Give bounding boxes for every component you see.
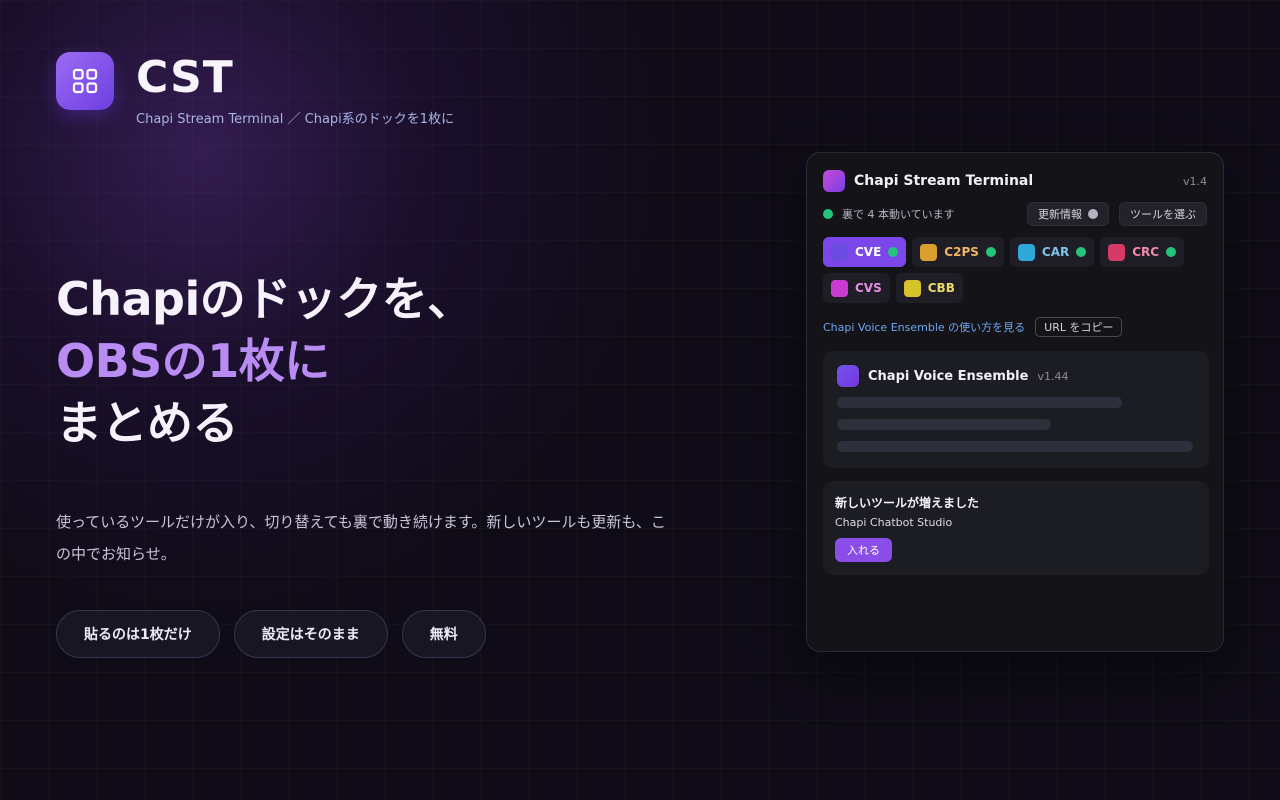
updates-indicator-dot (1088, 209, 1098, 219)
notice-title: 新しいツールが増えました (835, 496, 980, 510)
tool-tab-c2ps[interactable]: C2PS (912, 237, 1004, 267)
tool-color-icon (1017, 243, 1035, 261)
tool-tab-label: C2PS (944, 245, 979, 259)
running-status-dot (823, 209, 833, 219)
copy-url-button[interactable]: URL をコピー (1035, 317, 1123, 337)
running-status-text: 裏で 4 本動いています (842, 208, 955, 221)
embedded-tool-version: v1.44 (1037, 369, 1069, 383)
new-tool-notice: 新しいツールが増えました Chapi Chatbot Studio 入れる (823, 481, 1209, 575)
tool-tab-label: CBB (927, 281, 955, 295)
panel-version: v1.4 (1182, 174, 1207, 188)
updates-button[interactable]: 更新情報 (1027, 202, 1109, 226)
feature-pill-single-source: 貼るのは1枚だけ (56, 610, 220, 658)
hero-line-2: OBSの1枚に (56, 334, 330, 388)
tool-tab-label: CVE (855, 245, 882, 259)
tool-tab-cve[interactable]: CVE (823, 237, 907, 267)
tool-tab-cbb[interactable]: CBB (895, 273, 963, 303)
tool-tab-label: CAR (1041, 245, 1070, 259)
tool-tab-label: CRC (1132, 245, 1160, 259)
select-tools-button[interactable]: ツールを選ぶ (1119, 202, 1207, 226)
hero-line-3: まとめる (56, 396, 238, 450)
brand-header: CST Chapi Stream Terminal ／ Chapi系のドックを1… (56, 52, 454, 127)
tool-running-dot (1166, 247, 1177, 257)
app-logo (56, 52, 114, 110)
loading-placeholder-line (837, 419, 1051, 430)
install-button[interactable]: 入れる (835, 538, 892, 562)
grid-icon (72, 68, 98, 94)
tool-tab-crc[interactable]: CRC (1100, 237, 1185, 267)
hero-line-1: Chapiのドックを、 (56, 272, 473, 326)
tool-tab-cvs[interactable]: CVS (823, 273, 890, 303)
terminal-preview-panel: Chapi Stream Terminal v1.4 裏で 4 本動いています … (806, 152, 1224, 652)
tool-running-dot (888, 247, 899, 257)
tool-tab-label: CVS (855, 281, 882, 295)
feature-pills: 貼るのは1枚だけ 設定はそのまま 無料 (56, 610, 486, 658)
notice-tool-name: Chapi Chatbot Studio (835, 516, 953, 529)
tool-color-icon (1108, 243, 1126, 261)
tool-color-icon (831, 243, 848, 261)
loading-placeholder-line (837, 441, 1193, 452)
brand-subtitle: Chapi Stream Terminal ／ Chapi系のドックを1枚に (136, 112, 455, 127)
hero-heading: Chapiのドックを、 OBSの1枚に まとめる (56, 268, 473, 454)
tool-color-icon (831, 279, 848, 297)
voice-ensemble-icon (837, 365, 859, 387)
embedded-tool-title: Chapi Voice Ensemble (868, 368, 1029, 384)
updates-button-label: 更新情報 (1038, 208, 1082, 221)
tool-tab-car[interactable]: CAR (1009, 237, 1095, 267)
tool-running-dot (1076, 247, 1087, 257)
tool-running-dot (985, 247, 996, 257)
feature-pill-keep-settings: 設定はそのまま (233, 610, 388, 658)
terminal-app-icon (823, 170, 845, 192)
panel-title: Chapi Stream Terminal (854, 173, 1034, 189)
brand-title: CST (136, 52, 234, 103)
usage-guide-link[interactable]: Chapi Voice Ensemble の使い方を見る (823, 319, 1025, 335)
tool-tabs: CVE C2PS CAR CRC CVS CBB (823, 237, 1213, 303)
tool-color-icon (920, 243, 938, 261)
tool-color-icon (903, 279, 921, 297)
feature-pill-free: 無料 (401, 610, 486, 658)
embedded-tool-card: Chapi Voice Ensemble v1.44 (823, 351, 1209, 468)
loading-placeholder-line (837, 397, 1122, 408)
hero-description: 使っているツールだけが入り、切り替えても裏で動き続けます。新しいツールも更新も、… (56, 513, 666, 563)
